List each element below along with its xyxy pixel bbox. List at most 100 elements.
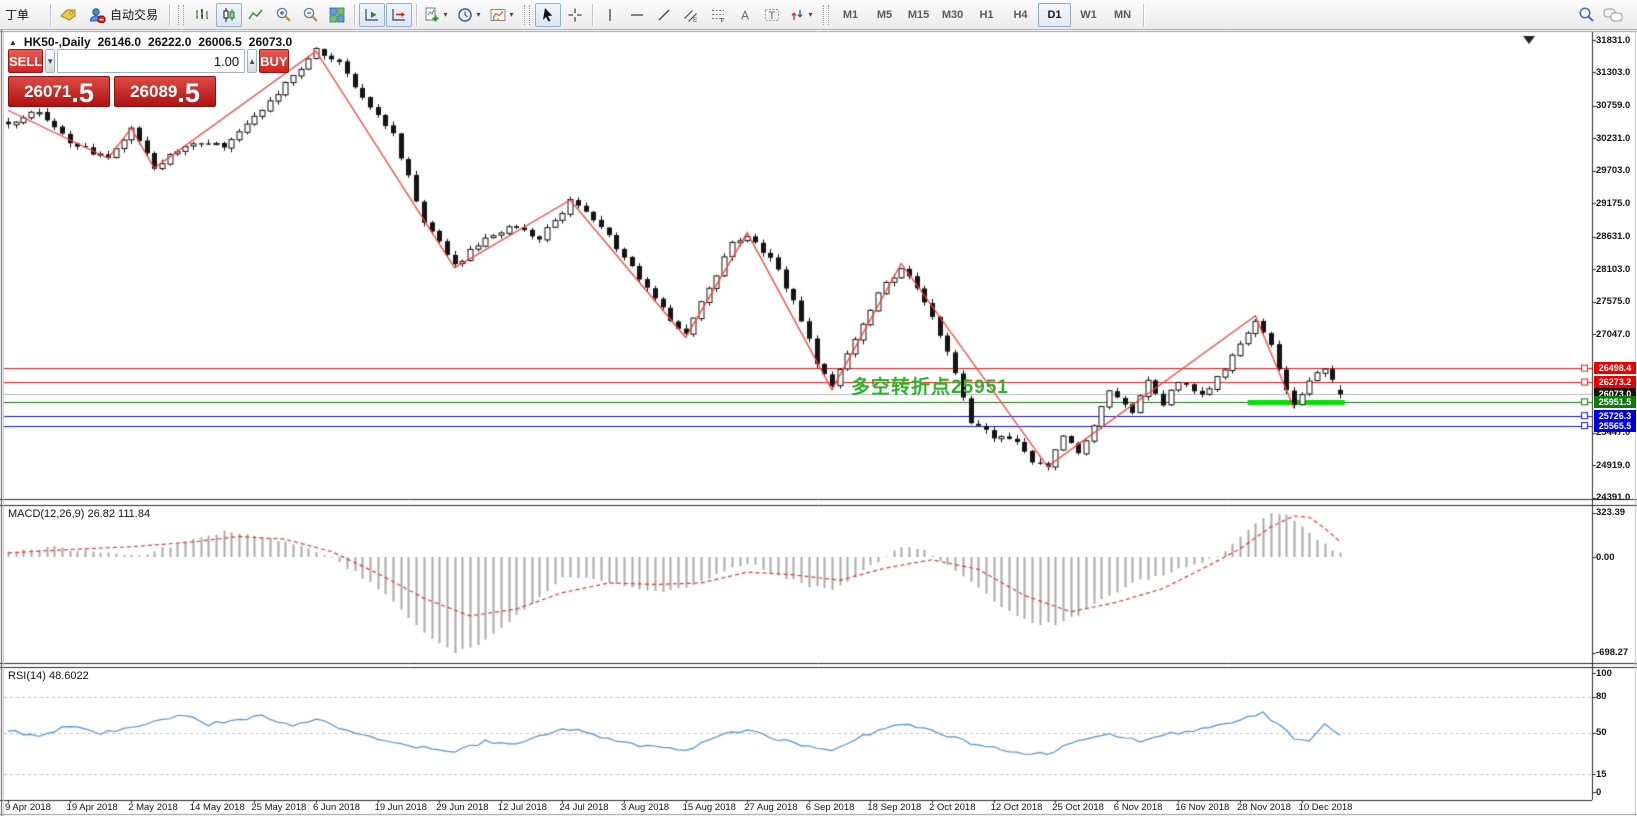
timeframe-h4[interactable]: H4 (1004, 3, 1037, 27)
toolbar-grip[interactable] (823, 5, 829, 25)
new-order-icon-button[interactable] (55, 3, 81, 27)
zoom-out-icon (302, 6, 319, 23)
trendline-button[interactable] (651, 3, 677, 27)
ask-quote[interactable]: 26089 .5 (114, 76, 216, 107)
zoom-in-button[interactable] (270, 3, 296, 27)
candlestick-chart-button[interactable] (216, 3, 242, 27)
macd-indicator-label: MACD(12,26,9) 26.82 111.84 (8, 508, 150, 520)
toolbar-right-group (1578, 6, 1635, 23)
trendline-icon (656, 7, 672, 23)
dropdown-arrow-icon[interactable]: ▾ (441, 10, 450, 19)
timeframe-h1[interactable]: H1 (970, 3, 1003, 27)
price-tag-icon (59, 7, 77, 23)
volume-decrease-button[interactable]: ▼ (45, 49, 55, 73)
text-label-button[interactable]: T (759, 3, 785, 27)
chart-header: ▲ HK50-,Daily 26146.0 26222.0 26006.5 26… (9, 35, 292, 49)
ohlc-low: 26006.5 (198, 35, 241, 49)
autotrading-button[interactable]: 自动交易 (82, 3, 165, 27)
toolbar-separator (416, 4, 417, 26)
horizontal-line-icon (629, 7, 645, 23)
main-toolbar: 丁单 自动交易 (0, 0, 1637, 30)
toolbar-separator (50, 4, 51, 26)
bid-quote[interactable]: 26071 .5 (8, 76, 110, 107)
svg-text:A: A (741, 8, 749, 22)
toolbar-grip[interactable] (178, 5, 184, 25)
price-chart-canvas[interactable] (0, 30, 1637, 816)
fibonacci-button[interactable]: F (705, 3, 731, 27)
chart-shift-button[interactable] (386, 3, 412, 27)
ohlc-open: 26146.0 (98, 35, 141, 49)
bid-pips: .5 (71, 80, 94, 107)
toolbar-separator (1143, 4, 1144, 26)
zoom-out-button[interactable] (297, 3, 323, 27)
cursor-button[interactable] (535, 3, 561, 27)
chart-title: HK50-,Daily (24, 35, 91, 49)
autoscroll-icon (364, 7, 380, 23)
equidistant-channel-button[interactable]: E (678, 3, 704, 27)
timeframe-m30[interactable]: M30 (936, 3, 969, 27)
rsi-indicator-label: RSI(14) 48.6022 (8, 670, 89, 682)
volume-increase-button[interactable]: ▲ (247, 49, 257, 73)
dropdown-arrow-icon[interactable]: ▾ (507, 10, 516, 19)
indicators-button[interactable]: ▾ (421, 3, 453, 27)
timeframe-m15[interactable]: M15 (902, 3, 935, 27)
autotrading-icon (89, 7, 106, 23)
text-a-icon: A (737, 7, 753, 23)
timeframe-m5[interactable]: M5 (868, 3, 901, 27)
svg-text:F: F (721, 17, 725, 23)
new-order-button[interactable]: 丁单 (2, 3, 46, 27)
autoscroll-button[interactable] (359, 3, 385, 27)
ask-pips: .5 (177, 80, 200, 107)
toolbar-separator (592, 4, 593, 26)
ohlc-high: 26222.0 (148, 35, 191, 49)
crosshair-button[interactable] (562, 3, 588, 27)
svg-text:T: T (769, 10, 776, 22)
tile-windows-button[interactable] (324, 3, 350, 27)
vertical-line-button[interactable] (597, 3, 623, 27)
one-click-trading-panel: SELL ▼ ▲ BUY 26071 .5 26089 .5 (8, 49, 216, 107)
collapse-arrow-icon[interactable]: ▲ (9, 38, 17, 47)
arrows-button[interactable]: ▾ (786, 3, 818, 27)
buy-button[interactable]: BUY (259, 49, 288, 73)
clock-icon (457, 7, 473, 23)
zoom-in-icon (275, 6, 292, 23)
search-icon[interactable] (1578, 6, 1595, 23)
bar-chart-icon (194, 7, 210, 23)
channel-icon: E (683, 7, 699, 23)
line-chart-icon (248, 7, 264, 23)
timeframe-d1[interactable]: D1 (1038, 3, 1071, 27)
dropdown-arrow-icon[interactable]: ▾ (474, 10, 483, 19)
text-label-icon: T (764, 7, 780, 23)
autotrading-label: 自动交易 (110, 6, 158, 23)
bar-chart-button[interactable] (189, 3, 215, 27)
chat-icon[interactable] (1603, 7, 1625, 23)
new-order-label: 丁单 (5, 6, 29, 23)
indicators-icon (424, 7, 440, 23)
template-icon (490, 7, 506, 23)
candlestick-icon (221, 7, 237, 23)
timeframe-m1[interactable]: M1 (834, 3, 867, 27)
mt4-terminal: { "toolbar": { "order_label": "丁单", "aut… (0, 0, 1637, 816)
toolbar-grip[interactable] (524, 5, 530, 25)
timeframe-w1[interactable]: W1 (1072, 3, 1105, 27)
toolbar-separator (354, 4, 355, 26)
periods-button[interactable]: ▾ (454, 3, 486, 27)
toolbar-separator (169, 4, 170, 26)
sell-button[interactable]: SELL (8, 49, 43, 73)
vertical-line-icon (602, 7, 618, 23)
chart-shift-icon (391, 7, 407, 23)
svg-text:E: E (693, 17, 698, 23)
volume-input[interactable] (57, 49, 245, 73)
line-chart-button[interactable] (243, 3, 269, 27)
horizontal-line-button[interactable] (624, 3, 650, 27)
text-button[interactable]: A (732, 3, 758, 27)
arrows-icon (789, 7, 805, 23)
annotation-text[interactable]: 多空转折点25951 (851, 372, 1009, 399)
bid-main: 26071 (24, 82, 71, 106)
templates-button[interactable]: ▾ (487, 3, 519, 27)
tile-windows-icon (329, 7, 345, 23)
timeframe-mn[interactable]: MN (1106, 3, 1139, 27)
dropdown-arrow-icon[interactable]: ▾ (806, 10, 815, 19)
ohlc-close: 26073.0 (249, 35, 292, 49)
ask-main: 26089 (130, 82, 177, 106)
